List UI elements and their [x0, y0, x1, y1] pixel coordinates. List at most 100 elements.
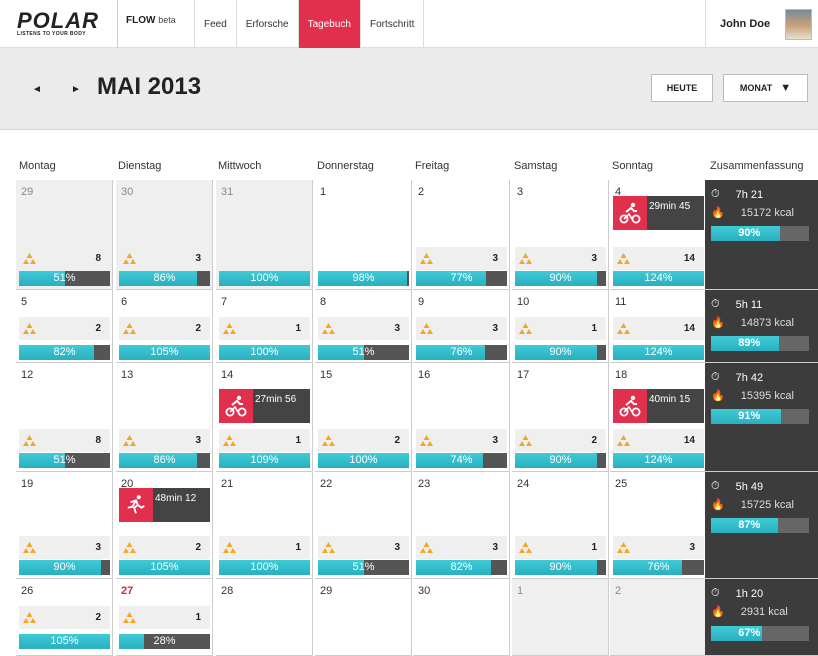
- activity-count: 3: [492, 435, 498, 446]
- activity-count: 1: [295, 435, 301, 446]
- day-cell[interactable]: 29 8 51%: [16, 180, 113, 290]
- activity-goal-bar: 100%: [318, 453, 409, 468]
- summary-goal-bar: 89%: [711, 336, 809, 351]
- day-cell[interactable]: 8 3 51%: [315, 290, 412, 363]
- day-cell[interactable]: 29: [315, 579, 412, 656]
- day-cell[interactable]: 6 2 105%: [116, 290, 213, 363]
- summary-calories: 🔥 2931 kcal: [711, 605, 788, 619]
- activity-icon: [322, 541, 335, 553]
- activity-summary: 2: [318, 429, 409, 452]
- day-cell[interactable]: 31 100%: [216, 180, 313, 290]
- prev-month-button[interactable]: ◄: [32, 84, 42, 95]
- day-cell[interactable]: 17 2 90%: [512, 363, 609, 472]
- day-cell[interactable]: 11 14 124%: [610, 290, 707, 363]
- day-number: 13: [121, 369, 134, 381]
- activity-summary: 3: [318, 536, 409, 559]
- activity-goal-bar: 105%: [119, 560, 210, 575]
- day-cell[interactable]: 9 3 76%: [413, 290, 510, 363]
- training-session[interactable]: 40min 15: [613, 389, 704, 423]
- week-summary[interactable]: ⏱ 7h 42 🔥 15395 kcal 91%: [705, 363, 818, 472]
- stopwatch-icon: ⏱: [711, 188, 720, 200]
- activity-icon: [420, 541, 433, 553]
- day-cell[interactable]: 30 3 86%: [116, 180, 213, 290]
- activity-icon: [519, 322, 532, 334]
- day-cell[interactable]: 3 3 90%: [512, 180, 609, 290]
- activity-goal-percent: 28%: [153, 635, 176, 647]
- activity-goal-bar: 124%: [613, 345, 704, 360]
- activity-summary: 3: [19, 536, 110, 559]
- day-number: 18: [615, 369, 628, 381]
- day-number: 16: [418, 369, 431, 381]
- day-cell[interactable]: 12 8 51%: [16, 363, 113, 472]
- day-cell[interactable]: 13 3 86%: [116, 363, 213, 472]
- day-cell[interactable]: 2: [610, 579, 707, 656]
- stopwatch-icon: ⏱: [711, 587, 720, 599]
- day-cell[interactable]: 19 3 90%: [16, 472, 113, 579]
- activity-icon: [123, 611, 136, 623]
- activity-summary: 3: [515, 247, 606, 270]
- activity-goal-percent: 124%: [644, 454, 673, 466]
- activity-goal-percent: 100%: [250, 346, 279, 358]
- activity-summary: 14: [613, 247, 704, 270]
- training-session[interactable]: 29min 45: [613, 196, 704, 230]
- summary-time: ⏱ 7h 21: [711, 188, 763, 201]
- activity-goal-percent: 124%: [644, 346, 673, 358]
- day-cell[interactable]: 27 1 28%: [116, 579, 213, 656]
- week-summary[interactable]: ⏱ 7h 21 🔥 15172 kcal 90%: [705, 180, 818, 290]
- activity-count: 3: [492, 542, 498, 553]
- activity-goal-percent: 98%: [352, 272, 375, 284]
- day-cell[interactable]: 5 2 82%: [16, 290, 113, 363]
- day-cell[interactable]: 14 27min 56 1 109%: [216, 363, 313, 472]
- day-number: 1: [320, 186, 327, 198]
- activity-goal-percent: 82%: [53, 346, 76, 358]
- today-button[interactable]: HEUTE: [651, 74, 713, 102]
- day-cell[interactable]: 4 29min 45 14 124%: [610, 180, 707, 290]
- day-cell[interactable]: 7 1 100%: [216, 290, 313, 363]
- day-cell[interactable]: 23 3 82%: [413, 472, 510, 579]
- day-cell[interactable]: 1: [512, 579, 609, 656]
- activity-goal-bar: 100%: [219, 345, 310, 360]
- day-cell[interactable]: 24 1 90%: [512, 472, 609, 579]
- day-cell[interactable]: 15 2 100%: [315, 363, 412, 472]
- session-duration: 40min 15: [649, 394, 691, 405]
- day-cell[interactable]: 21 1 100%: [216, 472, 313, 579]
- activity-count: 14: [683, 435, 695, 446]
- summary-calories-value: 15172 kcal: [740, 206, 794, 219]
- view-select[interactable]: MONAT ▼: [723, 74, 808, 102]
- day-header-1: Dienstag: [118, 160, 162, 172]
- day-cell[interactable]: 20 48min 12 2 105%: [116, 472, 213, 579]
- activity-summary: 3: [416, 429, 507, 452]
- day-number: 11: [615, 296, 627, 308]
- activity-summary: 2: [515, 429, 606, 452]
- day-number: 14: [221, 369, 234, 381]
- avatar[interactable]: [785, 9, 812, 40]
- day-cell[interactable]: 1 98%: [315, 180, 412, 290]
- day-cell[interactable]: 28: [216, 579, 313, 656]
- tab-feed[interactable]: Feed: [194, 0, 236, 48]
- training-session[interactable]: 27min 56: [219, 389, 310, 423]
- day-cell[interactable]: 18 40min 15 14 124%: [610, 363, 707, 472]
- day-cell[interactable]: 30: [413, 579, 510, 656]
- day-cell[interactable]: 10 1 90%: [512, 290, 609, 363]
- week-summary[interactable]: ⏱ 5h 11 🔥 14873 kcal 89%: [705, 290, 818, 363]
- next-month-button[interactable]: ►: [71, 84, 81, 95]
- tab-fortschritt[interactable]: Fortschritt: [359, 0, 425, 48]
- user-menu[interactable]: John Doe: [705, 0, 818, 48]
- activity-goal-bar: 90%: [515, 453, 606, 468]
- summary-goal-bar: 87%: [711, 518, 809, 533]
- day-number: 30: [121, 186, 134, 198]
- week-summary[interactable]: ⏱ 1h 20 🔥 2931 kcal 67%: [705, 579, 818, 656]
- week-summary[interactable]: ⏱ 5h 49 🔥 15725 kcal 87%: [705, 472, 818, 579]
- day-cell[interactable]: 25 3 76%: [610, 472, 707, 579]
- day-cell[interactable]: 22 3 51%: [315, 472, 412, 579]
- chevron-down-icon: ▼: [780, 82, 792, 94]
- tab-erforsche[interactable]: Erforsche: [235, 0, 298, 48]
- activity-count: 2: [95, 612, 101, 623]
- training-session[interactable]: 48min 12: [119, 488, 210, 522]
- day-cell[interactable]: 2 3 77%: [413, 180, 510, 290]
- day-cell[interactable]: 16 3 74%: [413, 363, 510, 472]
- day-cell[interactable]: 26 2 105%: [16, 579, 113, 656]
- tab-tagebuch[interactable]: Tagebuch: [297, 0, 360, 48]
- polar-logo[interactable]: POLAR LISTENS TO YOUR BODY: [17, 10, 117, 38]
- calendar-header: ◄ ► MAI 2013 HEUTE MONAT ▼: [0, 48, 818, 130]
